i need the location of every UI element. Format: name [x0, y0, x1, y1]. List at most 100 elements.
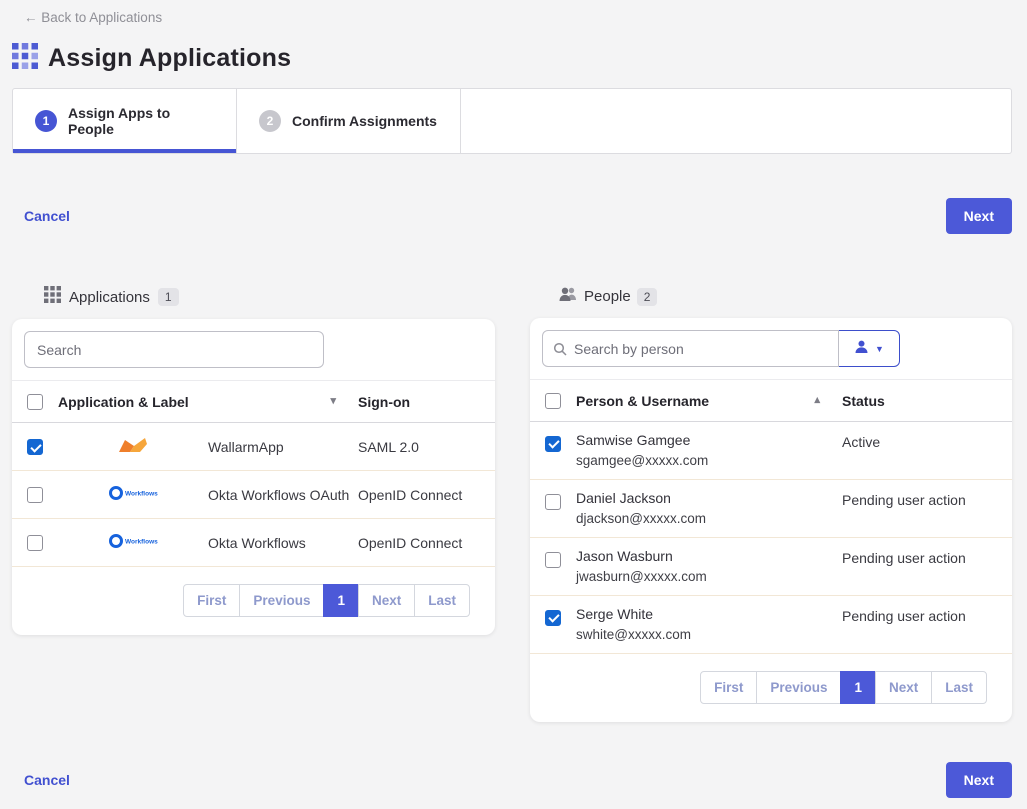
tab-step-number: 2: [259, 110, 281, 132]
applications-heading-label: Applications: [69, 289, 150, 306]
person-status: Active: [842, 422, 1012, 480]
bottom-actions-row: Cancel Next: [24, 762, 1012, 798]
people-search-bar: ▼: [530, 318, 1012, 380]
applications-search-bar: [12, 319, 495, 381]
sort-asc-icon: ▴: [814, 393, 820, 406]
people-count-badge: 2: [637, 288, 658, 306]
person-username: sgamgee@xxxxx.com: [576, 453, 842, 468]
pagination-next[interactable]: Next: [358, 584, 415, 617]
next-button-top[interactable]: Next: [946, 198, 1012, 234]
person-row-checkbox[interactable]: [545, 552, 561, 568]
people-panel: ▼ Person & Username ▴ Status: [530, 318, 1012, 722]
person-row[interactable]: Serge White swhite@xxxxx.com Pending use…: [530, 596, 1012, 654]
person-row[interactable]: Jason Wasburn jwasburn@xxxxx.com Pending…: [530, 538, 1012, 596]
application-name: Okta Workflows OAuth: [208, 471, 358, 519]
pagination-previous[interactable]: Previous: [756, 671, 841, 704]
signon-column-header: Sign-on: [358, 381, 495, 423]
person-status: Pending user action: [842, 538, 1012, 596]
applications-count-badge: 1: [158, 288, 179, 306]
person-row-checkbox[interactable]: [545, 610, 561, 626]
select-all-people-checkbox[interactable]: [545, 393, 561, 409]
person-row-checkbox[interactable]: [545, 436, 561, 452]
application-signon: SAML 2.0: [358, 423, 495, 471]
svg-text:Workflows: Workflows: [125, 539, 158, 546]
page-header: Assign Applications: [12, 43, 1027, 74]
people-pagination: First Previous 1 Next Last: [530, 654, 1012, 722]
pagination-last[interactable]: Last: [931, 671, 987, 704]
people-table: Person & Username ▴ Status Samwise Gamge…: [530, 380, 1012, 654]
person-filter-dropdown[interactable]: ▼: [838, 330, 900, 367]
grid-apps-icon: [12, 43, 38, 74]
tab-assign-apps-to-people[interactable]: 1 Assign Apps to People: [13, 89, 237, 153]
tab-step-number: 1: [35, 110, 57, 132]
back-to-applications-link[interactable]: ← Back to Applications: [0, 0, 1027, 25]
application-name: Okta Workflows: [208, 519, 358, 567]
panels-section: Applications 1 Application & Label ▾: [12, 286, 1012, 722]
pagination-last[interactable]: Last: [414, 584, 470, 617]
people-search-input[interactable]: [542, 330, 839, 367]
application-name: WallarmApp: [208, 423, 358, 471]
applications-column: Applications 1 Application & Label ▾: [12, 286, 495, 635]
person-name: Daniel Jackson: [576, 490, 842, 506]
person-status: Pending user action: [842, 596, 1012, 654]
column-header-label: Application & Label: [58, 394, 189, 410]
assign-applications-page: ← Back to Applications Assign Applicatio…: [0, 0, 1027, 809]
person-username: jwasburn@xxxxx.com: [576, 569, 842, 584]
search-icon: [553, 342, 567, 361]
person-name: Jason Wasburn: [576, 548, 842, 564]
person-row[interactable]: Daniel Jackson djackson@xxxxx.com Pendin…: [530, 480, 1012, 538]
tab-label: Assign Apps to People: [68, 105, 214, 137]
wallarm-logo: [118, 440, 148, 456]
people-heading-label: People: [584, 288, 631, 305]
people-column: People 2: [530, 286, 1012, 722]
tab-bar-filler: [461, 89, 1011, 153]
application-signon: OpenID Connect: [358, 519, 495, 567]
person-row-checkbox[interactable]: [545, 494, 561, 510]
grid-icon: [44, 286, 61, 308]
person-name: Samwise Gamgee: [576, 432, 842, 448]
pagination-first[interactable]: First: [183, 584, 240, 617]
applications-heading: Applications 1: [44, 286, 495, 308]
app-row-checkbox[interactable]: [27, 439, 43, 455]
application-signon: OpenID Connect: [358, 471, 495, 519]
pagination-page-1[interactable]: 1: [840, 671, 876, 704]
person-icon: [854, 340, 869, 357]
person-username-column-header[interactable]: Person & Username ▴: [576, 380, 842, 422]
applications-table: Application & Label ▾ Sign-on: [12, 381, 495, 567]
tab-label: Confirm Assignments: [292, 113, 437, 129]
page-title: Assign Applications: [48, 44, 291, 73]
cancel-link-bottom[interactable]: Cancel: [24, 772, 70, 788]
pagination-next[interactable]: Next: [875, 671, 932, 704]
applications-table-header: Application & Label ▾ Sign-on: [12, 381, 495, 423]
people-heading: People 2: [558, 286, 1012, 307]
application-row[interactable]: WallarmApp SAML 2.0: [12, 423, 495, 471]
okta-workflows-logo: Workflows: [108, 537, 158, 553]
column-header-label: Person & Username: [576, 393, 709, 409]
pagination-page-1[interactable]: 1: [323, 584, 359, 617]
person-name: Serge White: [576, 606, 842, 622]
chevron-down-icon: ▼: [875, 344, 884, 354]
sort-desc-icon: ▾: [330, 394, 336, 407]
applications-panel: Application & Label ▾ Sign-on: [12, 319, 495, 635]
application-row[interactable]: Workflows Okta Workflows OpenID Connect: [12, 519, 495, 567]
person-username: swhite@xxxxx.com: [576, 627, 842, 642]
applications-search-input[interactable]: [24, 331, 324, 368]
select-all-apps-checkbox[interactable]: [27, 394, 43, 410]
person-row[interactable]: Samwise Gamgee sgamgee@xxxxx.com Active: [530, 422, 1012, 480]
tab-confirm-assignments[interactable]: 2 Confirm Assignments: [237, 89, 461, 153]
next-button-bottom[interactable]: Next: [946, 762, 1012, 798]
app-row-checkbox[interactable]: [27, 487, 43, 503]
person-username: djackson@xxxxx.com: [576, 511, 842, 526]
top-actions-row: Cancel Next: [24, 198, 1012, 234]
applications-pagination: First Previous 1 Next Last: [12, 567, 495, 635]
app-row-checkbox[interactable]: [27, 535, 43, 551]
wizard-tab-bar: 1 Assign Apps to People 2 Confirm Assign…: [12, 88, 1012, 154]
person-status: Pending user action: [842, 480, 1012, 538]
okta-workflows-logo: Workflows: [108, 489, 158, 505]
people-icon: [558, 286, 578, 307]
application-label-column-header[interactable]: Application & Label ▾: [58, 381, 358, 423]
pagination-first[interactable]: First: [700, 671, 757, 704]
application-row[interactable]: Workflows Okta Workflows OAuth OpenID Co…: [12, 471, 495, 519]
pagination-previous[interactable]: Previous: [239, 584, 324, 617]
cancel-link-top[interactable]: Cancel: [24, 208, 70, 224]
